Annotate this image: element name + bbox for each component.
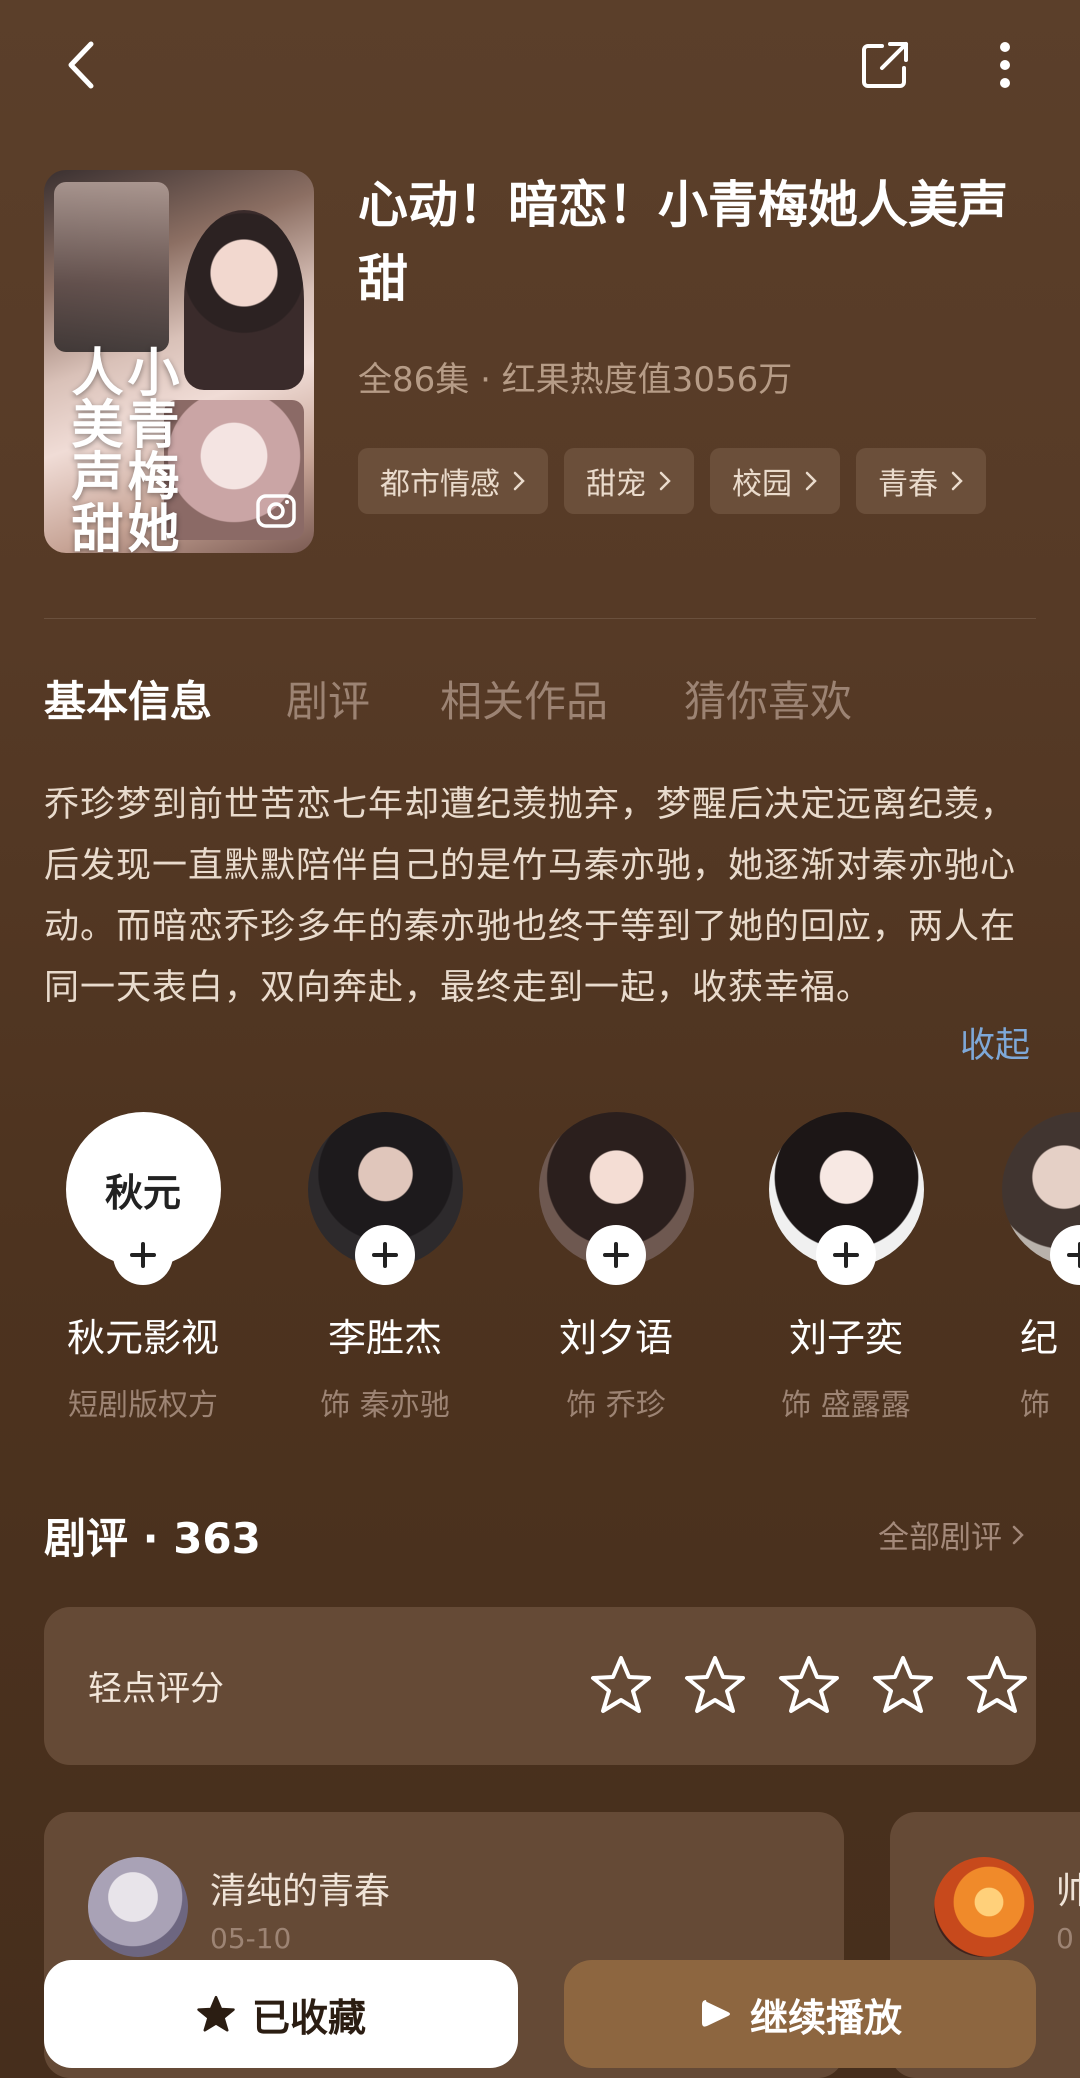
cast-item[interactable]: 刘夕语 饰 乔珍: [501, 1112, 731, 1424]
cast-item[interactable]: 纪 饰: [960, 1112, 1080, 1424]
follow-button[interactable]: [816, 1225, 876, 1285]
rating-card: 轻点评分: [44, 1607, 1036, 1765]
cast-list: 秋元 秋元影视 短剧版权方 李胜杰 饰 秦亦驰 刘夕语 饰 乔珍 刘子奕 饰 盛…: [0, 1112, 1080, 1432]
cast-item[interactable]: 刘子奕 饰 盛露露: [731, 1112, 961, 1424]
top-bar: [0, 0, 1080, 130]
share-button[interactable]: [850, 30, 920, 100]
reviewer-name: 清纯的青春: [210, 1871, 391, 1912]
star-filled-icon: [197, 1995, 235, 2032]
plus-icon: [1067, 1242, 1080, 1268]
continue-play-button[interactable]: 继续播放: [564, 1960, 1036, 2068]
collapse-button[interactable]: 收起: [960, 1017, 1030, 1068]
review-date: 0: [1056, 1922, 1074, 1955]
tab-recommendations[interactable]: 猜你喜欢: [684, 668, 852, 729]
studio-logo: 秋元: [104, 1170, 181, 1215]
play-label: 继续播放: [749, 1995, 902, 2040]
avatar: [1002, 1112, 1080, 1285]
drama-detail-page: 小青梅她人美声甜 心动！暗恋！小青梅她人美声甜 全86集 · 红果热度值3056…: [0, 0, 1080, 2078]
poster-title-text: 小青梅她人美声甜: [62, 345, 179, 553]
all-reviews-link[interactable]: 全部剧评: [878, 1512, 1024, 1557]
poster-actor-photo: [184, 210, 304, 390]
reviews-title: 剧评 · 363: [44, 1514, 261, 1563]
genre-tag[interactable]: 青春: [856, 448, 986, 514]
follow-button[interactable]: [355, 1225, 415, 1285]
favorite-label: 已收藏: [251, 1995, 366, 2040]
follow-button[interactable]: [1050, 1225, 1080, 1285]
chevron-right-icon: [513, 471, 525, 491]
genre-tag[interactable]: 甜宠: [564, 448, 694, 514]
reviewer-name: 帅: [1056, 1871, 1080, 1912]
plus-icon: [833, 1242, 859, 1268]
play-icon: [701, 2000, 730, 2027]
synopsis-text: 乔珍梦到前世苦恋七年却遭纪羡抛弃，梦醒后决定远离纪羡，后发现一直默默陪伴自己的是…: [44, 785, 1017, 1008]
avatar: [934, 1857, 1034, 1957]
cast-name: 秋元影视: [66, 1316, 219, 1360]
back-button[interactable]: [50, 30, 110, 100]
chevron-right-icon: [1012, 1525, 1024, 1544]
star-outline-icon[interactable]: [965, 1653, 1029, 1717]
genre-tag[interactable]: 校园: [710, 448, 840, 514]
avatar: [538, 1112, 694, 1285]
rating-stars: [589, 1653, 1029, 1717]
cast-item[interactable]: 李胜杰 饰 秦亦驰: [270, 1112, 500, 1424]
plus-icon: [603, 1242, 629, 1268]
cast-role: 短剧版权方: [68, 1388, 218, 1423]
tab-reviews[interactable]: 剧评: [286, 668, 370, 729]
cast-name: 刘子奕: [788, 1316, 903, 1360]
genre-tag-label: 校园: [732, 467, 792, 502]
genre-tag-label: 甜宠: [586, 467, 646, 502]
follow-button[interactable]: [586, 1225, 646, 1285]
avatar: 秋元: [65, 1112, 221, 1285]
cast-name: 李胜杰: [327, 1316, 442, 1360]
drama-poster[interactable]: 小青梅她人美声甜: [44, 170, 314, 553]
header-divider: [44, 618, 1036, 619]
cast-role: 饰: [1020, 1388, 1050, 1423]
avatar: [88, 1857, 188, 1957]
favorite-button[interactable]: 已收藏: [44, 1960, 518, 2068]
cast-item[interactable]: 秋元 秋元影视 短剧版权方: [28, 1112, 258, 1424]
plus-icon: [372, 1242, 398, 1268]
star-outline-icon[interactable]: [683, 1653, 747, 1717]
more-vertical-icon: [1000, 42, 1010, 88]
star-outline-icon[interactable]: [871, 1653, 935, 1717]
back-arrow-icon: [68, 41, 94, 89]
poster-actor-photo: [54, 182, 169, 352]
cast-name: 刘夕语: [558, 1316, 673, 1360]
cast-role: 饰 乔珍: [566, 1388, 666, 1423]
plus-icon: [130, 1242, 156, 1268]
avatar: [307, 1112, 463, 1285]
chevron-right-icon: [951, 471, 963, 491]
genre-tags: 都市情感 甜宠 校园 青春: [358, 448, 986, 514]
image-viewer-icon[interactable]: [254, 488, 298, 532]
tab-basic-info[interactable]: 基本信息: [44, 668, 212, 729]
drama-title: 心动！暗恋！小青梅她人美声甜: [358, 176, 1008, 308]
cast-name: 纪: [1020, 1316, 1059, 1360]
cast-role: 饰 盛露露: [781, 1388, 911, 1423]
share-icon: [862, 42, 908, 88]
chevron-right-icon: [659, 471, 671, 491]
tab-related-works[interactable]: 相关作品: [440, 668, 608, 729]
rating-label: 轻点评分: [88, 1669, 224, 1709]
genre-tag-label: 青春: [878, 467, 938, 502]
avatar: [768, 1112, 924, 1285]
all-reviews-label: 全部剧评: [878, 1520, 1002, 1556]
star-outline-icon[interactable]: [777, 1653, 841, 1717]
more-options-button[interactable]: [975, 30, 1035, 100]
follow-button[interactable]: [113, 1225, 173, 1285]
drama-meta: 全86集 · 红果热度值3056万: [358, 360, 793, 400]
star-outline-icon[interactable]: [589, 1653, 653, 1717]
genre-tag[interactable]: 都市情感: [358, 448, 548, 514]
review-date: 05-10: [210, 1922, 292, 1955]
genre-tag-label: 都市情感: [380, 467, 500, 502]
cast-role: 饰 秦亦驰: [320, 1388, 450, 1423]
chevron-right-icon: [805, 471, 817, 491]
